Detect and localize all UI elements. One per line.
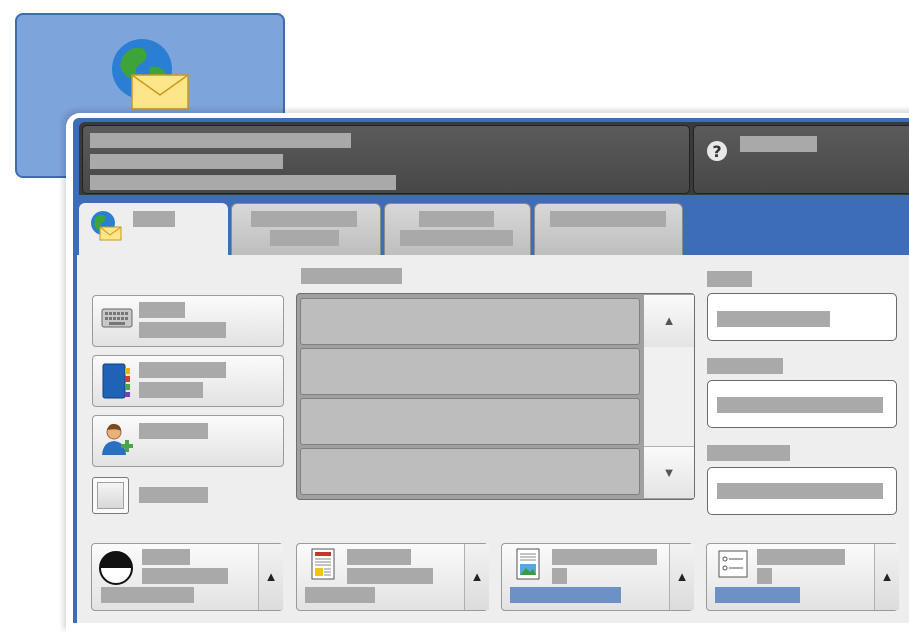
field-1-label — [707, 271, 752, 287]
color-mode-status — [101, 587, 194, 603]
field-1-value — [717, 311, 830, 327]
half-circle-icon — [98, 550, 134, 591]
image-value — [552, 568, 567, 584]
image-arrow[interactable]: ▲ — [669, 544, 694, 610]
document-arrow[interactable]: ▲ — [464, 544, 489, 610]
field-3-value — [717, 483, 883, 499]
keyboard-label-line-1 — [139, 302, 185, 318]
document-status — [305, 587, 375, 603]
tab-3-label-line-1 — [419, 211, 494, 227]
color-mode-arrow[interactable]: ▲ — [258, 544, 283, 610]
message-line-1 — [90, 133, 351, 148]
message-line-2 — [90, 154, 283, 169]
tab-4-label — [550, 211, 666, 227]
field-3-label — [707, 445, 790, 461]
keyboard-label-line-2 — [139, 322, 226, 338]
checkbox-label — [139, 487, 208, 503]
field-2-value — [717, 397, 883, 413]
color-mode-label — [142, 549, 190, 565]
tab-2-label-line-2 — [270, 230, 339, 246]
image-status — [510, 587, 621, 603]
scroll-up-button[interactable]: ▲ — [644, 295, 694, 347]
color-mode-value — [142, 568, 228, 584]
document-label — [347, 549, 411, 565]
up-arrow-icon: ▲ — [662, 313, 676, 328]
document-value — [347, 568, 433, 584]
svg-text:?: ? — [712, 142, 721, 161]
list-options-icon — [718, 550, 748, 583]
keyboard-icon — [101, 307, 133, 334]
add-recipient-label — [139, 423, 208, 439]
options-status — [715, 587, 800, 603]
address-book-icon — [101, 362, 131, 405]
document-icon — [311, 548, 335, 585]
picture-icon — [516, 548, 540, 585]
options-label — [757, 549, 845, 565]
list-item[interactable] — [300, 298, 640, 345]
down-arrow-icon: ▼ — [662, 465, 676, 480]
image-label — [552, 549, 657, 565]
scroll-down-button[interactable]: ▼ — [644, 446, 694, 498]
help-label — [740, 136, 817, 152]
address-book-label-line-1 — [139, 362, 226, 378]
tab-email-label — [133, 211, 175, 227]
tab-2-label-line-1 — [251, 211, 357, 227]
recipient-list-title — [301, 268, 402, 284]
globe-envelope-icon — [110, 37, 190, 117]
list-item[interactable] — [300, 348, 640, 395]
field-2-label — [707, 358, 783, 374]
option-checkbox[interactable] — [92, 477, 129, 514]
list-item[interactable] — [300, 398, 640, 445]
list-item[interactable] — [300, 448, 640, 495]
question-mark-icon: ? — [706, 139, 728, 168]
tab-3-label-line-2 — [400, 230, 513, 246]
message-line-3 — [90, 175, 396, 190]
options-arrow[interactable]: ▲ — [874, 544, 899, 610]
options-value — [757, 568, 772, 584]
address-book-label-line-2 — [139, 382, 203, 398]
globe-envelope-icon — [90, 210, 122, 247]
add-person-icon — [101, 422, 135, 463]
